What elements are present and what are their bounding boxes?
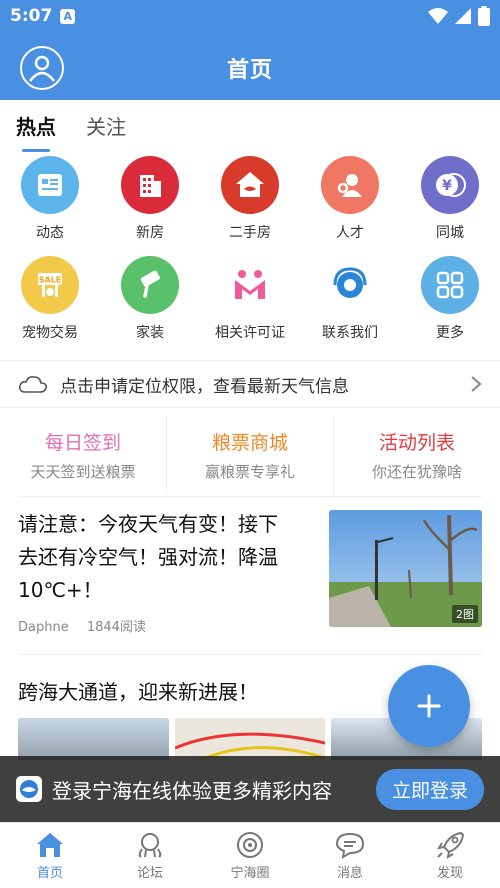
promo-title: 活动列表 (378, 432, 455, 454)
article-title-line: 去还有冷空气！强对流！降温 (18, 545, 278, 569)
nav-label: 论坛 (136, 865, 163, 881)
promo-title: 每日签到 (44, 432, 121, 454)
cloud-icon (19, 376, 47, 393)
chevron-right-icon (471, 376, 482, 392)
user-icon (29, 55, 55, 82)
article-reads: 1844阅读 (86, 620, 146, 635)
person-icon (321, 156, 379, 214)
svg-text:SALE: SALE (39, 276, 62, 285)
promo-row: 每日签到 天天签到送粮票 粮票商城 赢粮票专享礼 活动列表 你还在犹豫啥 (0, 416, 500, 494)
image-count-badge: 2图 (452, 605, 478, 623)
status-time: 5:07 (10, 6, 53, 26)
bottom-nav: 首页 论坛 宁海圈 消息 发现 (0, 822, 500, 888)
tab-follow[interactable]: 关注 (86, 111, 126, 152)
app-logo-icon (16, 776, 42, 802)
promo-subtitle: 天天签到送粮票 (30, 463, 136, 481)
promo-ticket-mall[interactable]: 粮票商城 赢粮票专享礼 (167, 416, 334, 494)
nav-label: 消息 (336, 865, 363, 881)
category-grid: 动态 新房 二手房 人才 ¥ 同城 SALE 宠物交易 家装 相关许可证 联系我… (0, 156, 500, 346)
sale-sign-icon: SALE (21, 256, 79, 314)
building-icon (121, 156, 179, 214)
m-letter-icon (221, 256, 279, 314)
app-header: 5:07 A 首页 (0, 0, 500, 100)
grid-item-pet-trade[interactable]: SALE 宠物交易 (0, 256, 100, 346)
article-image (174, 718, 326, 760)
article-thumbnail: 2图 (329, 510, 482, 627)
grid-item-home-decor[interactable]: 家装 (100, 256, 200, 346)
article-meta: Daphne 1844阅读 (18, 616, 160, 635)
home-icon (37, 832, 63, 857)
house-handshake-icon (221, 156, 279, 214)
plus-icon (417, 694, 441, 718)
divider (18, 654, 482, 655)
article-title: 请注意：今夜天气有变！接下 去还有冷空气！强对流！降温 10℃+！ (18, 508, 318, 607)
weather-text: 点击申请定位权限，查看最新天气信息 (60, 376, 349, 397)
promo-subtitle: 赢粮票专享礼 (204, 463, 295, 481)
wifi-icon (428, 8, 448, 24)
grid-more-icon (421, 256, 479, 314)
promo-subtitle: 你还在犹豫啥 (371, 463, 462, 481)
grid-item-talent[interactable]: 人才 (300, 156, 400, 246)
add-post-button[interactable] (388, 665, 470, 747)
nav-label: 首页 (36, 865, 63, 881)
nav-label: 宁海圈 (230, 865, 270, 881)
signal-icon (455, 8, 471, 24)
grid-label: 新房 (136, 225, 164, 241)
nav-bar: 首页 (0, 36, 500, 100)
tab-hot[interactable]: 热点 (16, 111, 56, 152)
grid-item-new-house[interactable]: 新房 (100, 156, 200, 246)
grid-label: 家装 (136, 325, 164, 341)
news-icon (21, 156, 79, 214)
status-icons (428, 6, 490, 26)
login-prompt-bar: 登录宁海在线体验更多精彩内容 立即登录 (0, 756, 500, 822)
login-now-button[interactable]: 立即登录 (375, 768, 484, 810)
grid-item-local[interactable]: ¥ 同城 (400, 156, 500, 246)
page-title: 首页 (226, 58, 273, 83)
nav-label: 发现 (436, 865, 463, 881)
promo-title: 粮票商城 (211, 432, 288, 454)
forum-icon (138, 832, 162, 858)
grid-label: 宠物交易 (22, 325, 78, 341)
grid-item-contact[interactable]: 联系我们 (300, 256, 400, 346)
headset-icon (321, 256, 379, 314)
grid-item-second-hand[interactable]: 二手房 (200, 156, 300, 246)
notification-a-icon: A (60, 8, 76, 24)
battery-icon (478, 6, 490, 26)
promo-activity-list[interactable]: 活动列表 你还在犹豫啥 (334, 416, 500, 494)
user-avatar-button[interactable] (20, 46, 64, 90)
nav-messages[interactable]: 消息 (300, 823, 400, 888)
promo-daily-checkin[interactable]: 每日签到 天天签到送粮票 (0, 416, 167, 494)
camera-circle-icon (237, 831, 263, 858)
content-tabs: 热点 关注 (0, 100, 500, 152)
grid-label: 相关许可证 (215, 325, 285, 341)
grid-label: 动态 (36, 225, 64, 241)
article-author: Daphne (18, 620, 69, 635)
weather-permission-row[interactable]: 点击申请定位权限，查看最新天气信息 (0, 360, 500, 408)
grid-item-more[interactable]: 更多 (400, 256, 500, 346)
chat-icon (335, 832, 365, 859)
status-bar: 5:07 A (0, 0, 500, 32)
grid-label: 同城 (436, 225, 464, 241)
article-title-line: 请注意：今夜天气有变！接下 (18, 512, 278, 536)
grid-label: 联系我们 (322, 325, 378, 341)
paint-roller-icon (121, 256, 179, 314)
grid-label: 更多 (436, 325, 464, 341)
article-card[interactable]: 请注意：今夜天气有变！接下 去还有冷空气！强对流！降温 10℃+！ Daphne… (18, 508, 482, 648)
grid-label: 二手房 (229, 225, 271, 241)
article-title-line: 10℃+！ (18, 578, 103, 602)
article-image (18, 718, 169, 760)
article-title[interactable]: 跨海大通道，迎来新进展！ (18, 676, 258, 705)
grid-item-dynamic[interactable]: 动态 (0, 156, 100, 246)
rocket-icon (436, 831, 465, 859)
grid-item-license[interactable]: 相关许可证 (200, 256, 300, 346)
divider (18, 496, 482, 497)
svg-text:¥: ¥ (442, 178, 452, 194)
nav-forum[interactable]: 论坛 (100, 823, 200, 888)
grid-label: 人才 (336, 225, 364, 241)
login-prompt-text: 登录宁海在线体验更多精彩内容 (52, 778, 332, 803)
yen-coin-icon: ¥ (421, 156, 479, 214)
nav-home[interactable]: 首页 (0, 823, 100, 888)
nav-discover[interactable]: 发现 (400, 823, 500, 888)
nav-ninghai-circle[interactable]: 宁海圈 (200, 823, 300, 888)
